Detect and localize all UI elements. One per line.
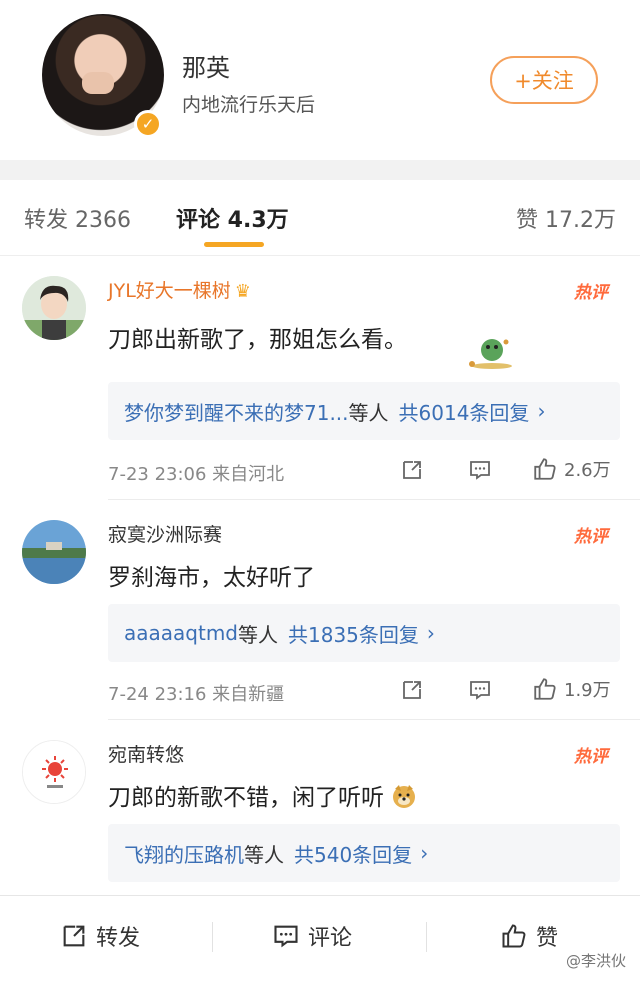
comment-avatar[interactable] (22, 276, 86, 340)
tab-repost[interactable]: 转发 2366 (24, 202, 131, 234)
comment-meta: 7-23 23:06 来自河北 (108, 464, 285, 485)
share-action[interactable] (400, 678, 424, 702)
comment-username[interactable]: 宛南转悠 (108, 740, 184, 767)
tab-comments[interactable]: 评论 4.3万 (176, 202, 289, 234)
repost-button[interactable]: 转发 (60, 920, 140, 952)
comment-icon (274, 925, 298, 948)
username-text: JYL好大一棵树 (108, 280, 231, 302)
reply-count: 共540条回复 (294, 842, 413, 867)
hot-comment-badge: 热评 (574, 527, 608, 547)
tab-likes[interactable]: 赞 17.2万 (516, 202, 616, 234)
like-label: 赞 (536, 926, 559, 951)
reply-names: aaaaaqtmd (124, 621, 238, 645)
comment-button[interactable]: 评论 (272, 920, 352, 952)
chevron-right-icon: › (426, 621, 435, 645)
comment-avatar[interactable] (22, 520, 86, 584)
chevron-right-icon: › (537, 399, 546, 423)
reply-count: 共1835条回复 (288, 622, 419, 647)
cartoon-avatar-icon (22, 276, 86, 340)
like-button[interactable]: 赞 (500, 920, 558, 952)
like-action[interactable]: 2.6万 (532, 456, 611, 482)
comment-text: 刀郎出新歌了，那姐怎么看。 (108, 327, 407, 353)
replies-preview[interactable]: 梦你梦到醒不来的梦71... 等人 共6014条回复 › (108, 382, 620, 440)
chevron-right-icon: › (420, 841, 429, 865)
profile-header: ✓ 那英 内地流行乐天后 +关注 (0, 0, 640, 160)
tab-bar: 转发 2366 评论 4.3万 赞 17.2万 (0, 180, 640, 256)
share-icon (403, 681, 421, 699)
comment-icon (470, 461, 490, 480)
reply-names: 飞翔的压路机 (124, 842, 244, 867)
section-divider (0, 160, 640, 180)
profile-name[interactable]: 那英 (182, 48, 230, 83)
replies-preview[interactable]: aaaaaqtmd 等人 共1835条回复 › (108, 604, 620, 662)
reply-names: 梦你梦到醒不来的梦71... (124, 400, 349, 425)
profile-description: 内地流行乐天后 (182, 94, 316, 116)
comment-item: 宛南转悠 热评 刀郎的新歌不错，闲了听听 飞翔的压路机 等人 共540条回复 › (0, 720, 640, 895)
like-count: 1.9万 (564, 680, 611, 701)
reply-action[interactable] (468, 678, 492, 702)
comment-username[interactable]: 寂寞沙洲际赛 (108, 520, 222, 547)
comment-label: 评论 (308, 926, 353, 951)
repost-label: 转发 (96, 926, 141, 951)
comment-meta: 7-24 23:16 来自新疆 (108, 684, 285, 705)
comment-icon (470, 681, 490, 700)
verified-badge-icon: ✓ (134, 110, 162, 138)
replies-preview[interactable]: 飞翔的压路机 等人 共540条回复 › (108, 824, 620, 882)
comment-username[interactable]: JYL好大一棵树 ♛ (108, 276, 251, 303)
bar-separator (212, 922, 213, 952)
thumbs-up-icon (502, 924, 526, 948)
like-action[interactable]: 1.9万 (532, 676, 611, 702)
comment-text-content: 刀郎的新歌不错，闲了听听 (108, 785, 384, 811)
thumbs-up-icon (534, 678, 556, 700)
reply-etc: 等人 (238, 622, 278, 647)
reply-etc: 等人 (244, 842, 284, 867)
watermark-text: @李洪伙 (565, 952, 626, 970)
share-action[interactable] (400, 458, 424, 482)
comment-text: 刀郎的新歌不错，闲了听听 (108, 778, 417, 812)
sticker-icon (469, 339, 512, 369)
hot-comment-badge: 热评 (574, 283, 608, 303)
comment-text: 罗刹海市，太好听了 (108, 565, 315, 591)
active-tab-indicator (204, 242, 264, 247)
comment-item: JYL好大一棵树 ♛ 热评 刀郎出新歌了，那姐怎么看。 梦你梦到醒不来的梦71..… (0, 256, 640, 500)
avatar-photo-detail (82, 72, 114, 94)
comment-avatar[interactable] (22, 740, 86, 804)
hot-comment-badge: 热评 (574, 747, 608, 767)
share-icon (403, 461, 421, 479)
reply-action[interactable] (468, 458, 492, 482)
doge-emoji-icon (393, 785, 416, 808)
sun-avatar-icon (23, 741, 85, 803)
reply-count: 共6014条回复 (398, 400, 530, 425)
reply-etc: 等人 (348, 400, 389, 425)
follow-button[interactable]: +关注 (490, 56, 598, 104)
crown-icon: ♛ (234, 281, 251, 302)
bottom-action-bar: 转发 评论 赞 @李洪伙 (0, 895, 640, 981)
bar-separator (426, 922, 427, 952)
like-count: 2.6万 (564, 460, 611, 481)
comment-item: 寂寞沙洲际赛 热评 罗刹海市，太好听了 aaaaaqtmd 等人 共1835条回复 ›… (0, 500, 640, 720)
repost-icon (63, 925, 85, 947)
landscape-avatar-icon (22, 520, 86, 584)
thumbs-up-icon (534, 458, 556, 480)
